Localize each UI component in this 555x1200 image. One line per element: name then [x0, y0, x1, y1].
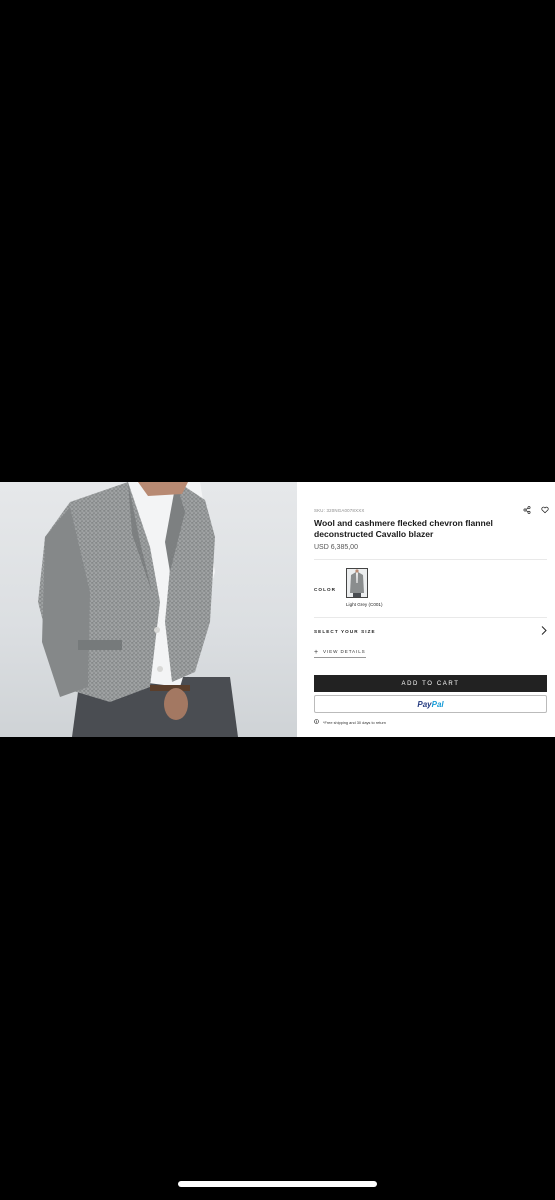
shipping-text: *Free shipping and 30 days to return [323, 719, 386, 725]
view-details-link[interactable]: + VIEW DETAILS [314, 649, 366, 658]
add-to-cart-button[interactable]: ADD TO CART [314, 675, 547, 692]
plus-icon: + [314, 649, 319, 656]
blazer-illustration [38, 482, 238, 737]
divider [314, 617, 547, 618]
product-title: Wool and cashmere flecked chevron flanne… [314, 518, 493, 539]
divider [314, 559, 547, 560]
info-circle-icon [314, 719, 319, 725]
share-icon[interactable] [522, 506, 531, 515]
screenshot-frame: SKU: 320NGA0078XXX Wool and cashmere fle… [0, 482, 555, 737]
color-label: COLOR [314, 587, 337, 592]
color-swatch-light-grey[interactable] [346, 568, 368, 598]
paypal-logo-pal: Pal [431, 699, 444, 709]
paypal-logo-pay: Pay [417, 699, 432, 709]
select-size-label: SELECT YOUR SIZE [314, 628, 376, 634]
home-indicator[interactable] [178, 1181, 377, 1187]
product-price: USD 6,385,00 [314, 544, 358, 551]
product-image[interactable] [0, 482, 297, 737]
swatch-thumbnail [350, 569, 364, 597]
selected-color-name: Light Grey (C001) [346, 602, 383, 607]
shipping-info: *Free shipping and 30 days to return [314, 719, 386, 725]
select-size-row[interactable]: SELECT YOUR SIZE [314, 624, 547, 638]
product-actions [522, 506, 549, 515]
product-sku: SKU: 320NGA0078XXX [314, 507, 365, 513]
product-details-panel: SKU: 320NGA0078XXX Wool and cashmere fle… [297, 482, 555, 737]
product-top-row: SKU: 320NGA0078XXX [314, 504, 549, 516]
view-details-label: VIEW DETAILS [323, 649, 366, 654]
heart-icon[interactable] [540, 506, 549, 515]
paypal-button[interactable]: Pay Pal [314, 695, 547, 713]
chevron-right-icon [541, 622, 547, 640]
